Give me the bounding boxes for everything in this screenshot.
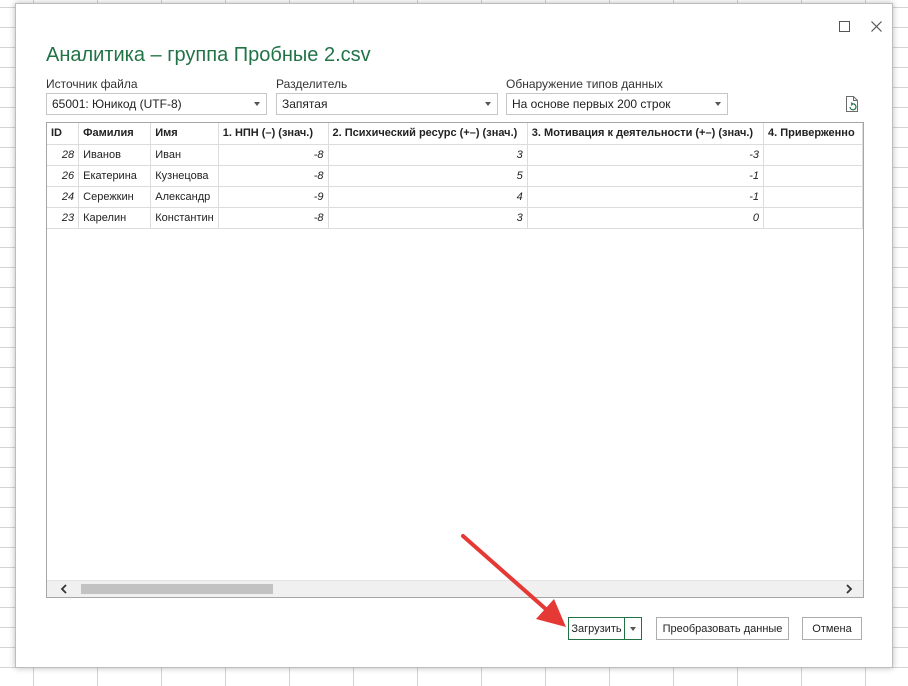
maximize-icon bbox=[838, 20, 850, 32]
table-cell bbox=[763, 165, 863, 187]
transform-data-button[interactable]: Преобразовать данные bbox=[656, 617, 789, 640]
table-row: 28 Иванов Иван -8 3 -3 bbox=[47, 144, 863, 166]
preview-table: ID Фамилия Имя 1. НПН (–) (знач.) 2. Пси… bbox=[47, 123, 863, 229]
refresh-document-icon[interactable] bbox=[844, 95, 860, 113]
close-button[interactable] bbox=[866, 16, 886, 36]
table-cell: Кузнецова bbox=[150, 165, 219, 187]
table-cell: -3 bbox=[527, 144, 764, 166]
chevron-down-icon bbox=[485, 102, 491, 106]
delimiter-value: Запятая bbox=[282, 97, 328, 111]
table-cell: -9 bbox=[218, 186, 329, 208]
scrollbar-thumb[interactable] bbox=[81, 584, 273, 594]
load-button[interactable]: Загрузить bbox=[568, 617, 625, 640]
chevron-down-icon bbox=[715, 102, 721, 106]
table-cell: Александр bbox=[150, 186, 219, 208]
chevron-down-icon bbox=[630, 626, 636, 631]
table-cell: 23 bbox=[47, 207, 80, 229]
dialog-title: Аналитика – группа Пробные 2.csv bbox=[46, 44, 371, 66]
table-row: 24 Сережкин Александр -9 4 -1 bbox=[47, 186, 863, 208]
file-origin-dropdown[interactable]: 65001: Юникод (UTF-8) bbox=[46, 93, 267, 115]
chevron-left-icon bbox=[60, 584, 67, 594]
table-cell: 3 bbox=[328, 207, 528, 229]
table-cell: -1 bbox=[527, 186, 764, 208]
data-type-detection-dropdown[interactable]: На основе первых 200 строк bbox=[506, 93, 728, 115]
table-cell: -1 bbox=[527, 165, 764, 187]
column-header[interactable]: 2. Психический ресурс (+–) (знач.) bbox=[328, 123, 528, 145]
import-dialog: Аналитика – группа Пробные 2.csv Источни… bbox=[15, 3, 893, 668]
table-cell: 24 bbox=[47, 186, 80, 208]
chevron-down-icon bbox=[254, 102, 260, 106]
table-cell: Константин bbox=[150, 207, 219, 229]
file-origin-value: 65001: Юникод (UTF-8) bbox=[52, 97, 182, 111]
table-cell: Сережкин bbox=[78, 186, 152, 208]
scroll-left-button[interactable] bbox=[55, 581, 72, 597]
table-cell bbox=[763, 144, 863, 166]
column-header[interactable]: ID bbox=[47, 123, 80, 145]
table-row: 23 Карелин Константин -8 3 0 bbox=[47, 207, 863, 229]
table-cell: 0 bbox=[527, 207, 764, 229]
preview-grid: ID Фамилия Имя 1. НПН (–) (знач.) 2. Пси… bbox=[46, 122, 864, 598]
table-cell: Екатерина bbox=[78, 165, 152, 187]
table-cell: -8 bbox=[218, 144, 329, 166]
table-cell: 5 bbox=[328, 165, 528, 187]
table-cell: Иванов bbox=[78, 144, 152, 166]
table-cell bbox=[763, 207, 863, 229]
data-type-detection-label: Обнаружение типов данных bbox=[506, 77, 663, 91]
load-options-dropdown-button[interactable] bbox=[624, 617, 642, 640]
table-cell: 28 bbox=[47, 144, 80, 166]
table-cell: 26 bbox=[47, 165, 80, 187]
scroll-right-button[interactable] bbox=[840, 581, 857, 597]
table-cell: Иван bbox=[150, 144, 219, 166]
delimiter-dropdown[interactable]: Запятая bbox=[276, 93, 498, 115]
file-origin-label: Источник файла bbox=[46, 77, 138, 91]
data-type-detection-value: На основе первых 200 строк bbox=[512, 97, 671, 111]
preview-table-viewport: ID Фамилия Имя 1. НПН (–) (знач.) 2. Пси… bbox=[47, 123, 863, 580]
close-icon bbox=[870, 20, 882, 32]
column-header[interactable]: Фамилия bbox=[78, 123, 152, 145]
column-header[interactable]: 3. Мотивация к деятельности (+–) (знач.) bbox=[527, 123, 764, 145]
table-cell: -8 bbox=[218, 207, 329, 229]
column-header[interactable]: Имя bbox=[150, 123, 219, 145]
column-header[interactable]: 1. НПН (–) (знач.) bbox=[218, 123, 329, 145]
chevron-right-icon bbox=[845, 584, 852, 594]
table-cell bbox=[763, 186, 863, 208]
horizontal-scrollbar[interactable] bbox=[47, 580, 863, 597]
column-header[interactable]: 4. Приверженно bbox=[763, 123, 863, 145]
table-cell: -8 bbox=[218, 165, 329, 187]
table-cell: 4 bbox=[328, 186, 528, 208]
table-row: 26 Екатерина Кузнецова -8 5 -1 bbox=[47, 165, 863, 187]
table-cell: Карелин bbox=[78, 207, 152, 229]
table-header-row: ID Фамилия Имя 1. НПН (–) (знач.) 2. Пси… bbox=[47, 123, 863, 145]
table-cell: 3 bbox=[328, 144, 528, 166]
cancel-button[interactable]: Отмена bbox=[802, 617, 862, 640]
delimiter-label: Разделитель bbox=[276, 77, 348, 91]
maximize-button[interactable] bbox=[834, 16, 854, 36]
